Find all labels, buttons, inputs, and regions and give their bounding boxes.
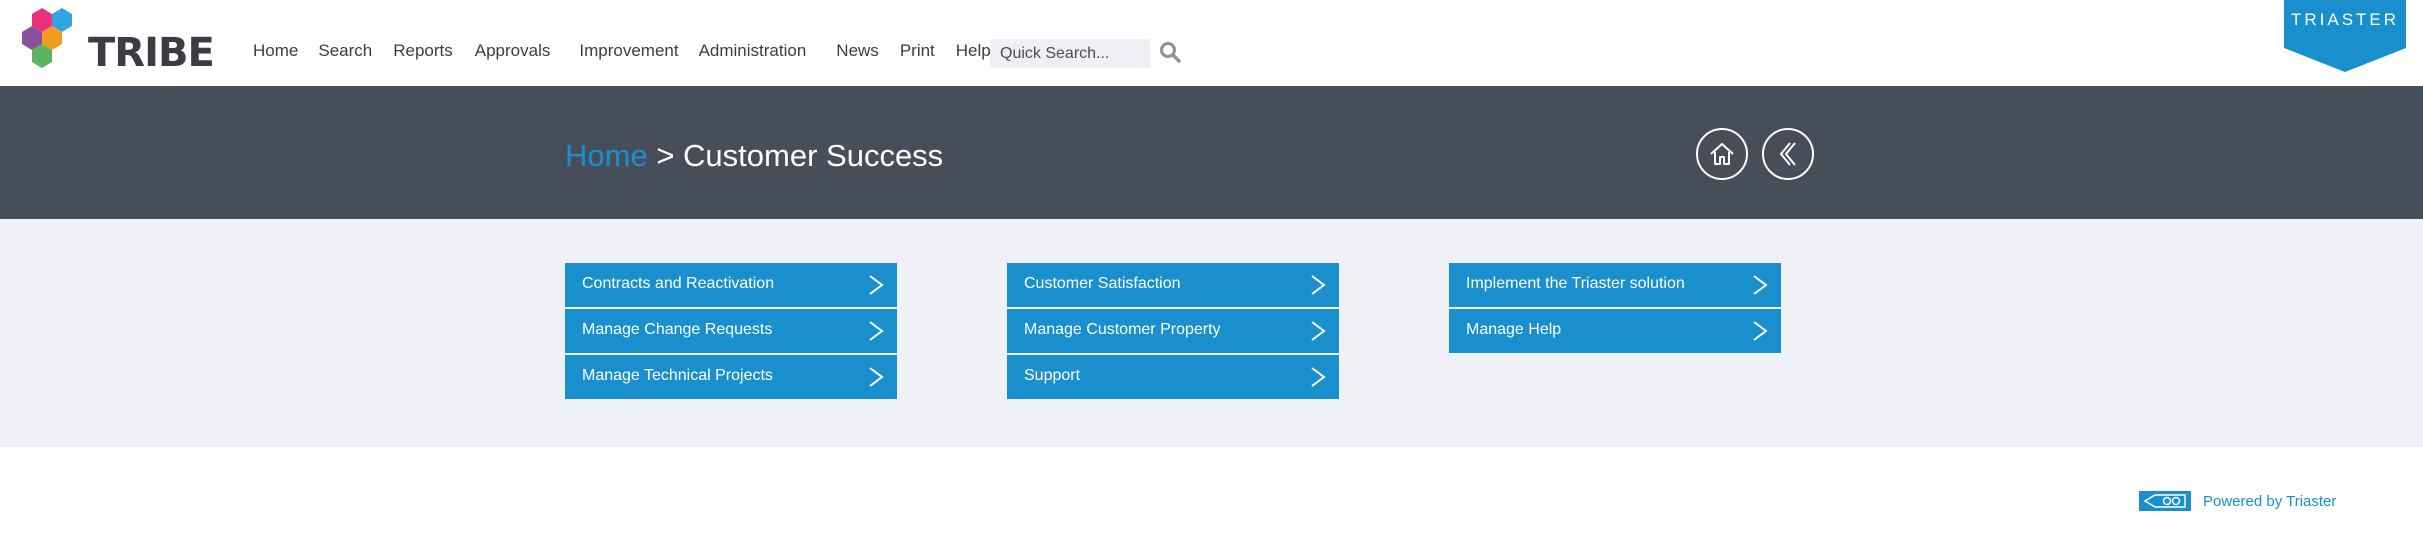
breadcrumb-separator: >	[647, 138, 684, 173]
home-icon	[1710, 143, 1734, 165]
page-title: Customer Success	[683, 138, 944, 173]
nav-search[interactable]: Search	[318, 41, 372, 61]
chevron-right-icon	[1311, 367, 1326, 387]
hexagon-logo-icon	[22, 8, 72, 68]
nav-news[interactable]: News	[836, 41, 879, 61]
tile-label: Support	[1024, 367, 1081, 384]
tile-label: Manage Help	[1466, 321, 1562, 338]
tile-support[interactable]: Support	[1007, 355, 1339, 399]
nav-improvement[interactable]: Improvement	[579, 41, 678, 61]
nav-print[interactable]: Print	[900, 41, 935, 61]
nav-reports[interactable]: Reports	[393, 41, 453, 61]
tile-customer-satisfaction[interactable]: Customer Satisfaction	[1007, 263, 1339, 307]
tile-label: Contracts and Reactivation	[582, 275, 775, 292]
chevron-right-icon	[869, 321, 884, 341]
home-button[interactable]	[1696, 128, 1748, 180]
tile-manage-technical-projects[interactable]: Manage Technical Projects	[565, 355, 897, 399]
tile-manage-customer-property[interactable]: Manage Customer Property	[1007, 309, 1339, 353]
tile-label: Manage Customer Property	[1024, 321, 1221, 338]
chevron-right-icon	[1311, 275, 1326, 295]
breadcrumb-home-link[interactable]: Home	[565, 138, 648, 173]
quick-search-input[interactable]	[990, 39, 1150, 68]
page-banner: Home > Customer Success	[0, 86, 2423, 219]
top-header: TRIBE Home Search Reports Approvals Impr…	[0, 0, 2423, 86]
logo-text: TRIBE	[88, 30, 215, 76]
nav-help[interactable]: Help	[956, 41, 991, 61]
tile-contracts-reactivation[interactable]: Contracts and Reactivation	[565, 263, 897, 307]
tile-implement-triaster-solution[interactable]: Implement the Triaster solution	[1449, 263, 1781, 307]
chevron-right-icon	[1753, 275, 1768, 295]
back-icon	[1779, 142, 1796, 166]
tile-manage-help[interactable]: Manage Help	[1449, 309, 1781, 353]
tiles-area: Contracts and Reactivation Manage Change…	[0, 219, 2423, 447]
powered-by[interactable]: Powered by Triaster	[2139, 491, 2336, 511]
chevron-right-icon	[869, 367, 884, 387]
triaster-badge-text: TRIASTER	[2290, 10, 2400, 29]
breadcrumb: Home > Customer Success	[565, 138, 943, 174]
chevron-right-icon	[869, 275, 884, 295]
tile-label: Manage Change Requests	[582, 321, 773, 338]
nav-home[interactable]: Home	[253, 41, 298, 61]
tile-label: Manage Technical Projects	[582, 367, 773, 384]
chevron-right-icon	[1311, 321, 1326, 341]
chevron-right-icon	[1753, 321, 1768, 341]
main-nav: Home Search Reports Approvals Improvemen…	[253, 41, 991, 61]
tribe-logo[interactable]: TRIBE	[18, 8, 215, 78]
powered-by-text[interactable]: Powered by Triaster	[2203, 493, 2336, 510]
tile-manage-change-requests[interactable]: Manage Change Requests	[565, 309, 897, 353]
search-icon[interactable]	[1158, 40, 1182, 64]
back-button[interactable]	[1762, 128, 1814, 180]
nav-approvals[interactable]: Approvals	[475, 41, 551, 61]
triaster-small-logo-icon	[2139, 491, 2191, 511]
tile-label: Customer Satisfaction	[1024, 275, 1181, 292]
nav-administration[interactable]: Administration	[699, 41, 807, 61]
tile-label: Implement the Triaster solution	[1466, 275, 1685, 292]
